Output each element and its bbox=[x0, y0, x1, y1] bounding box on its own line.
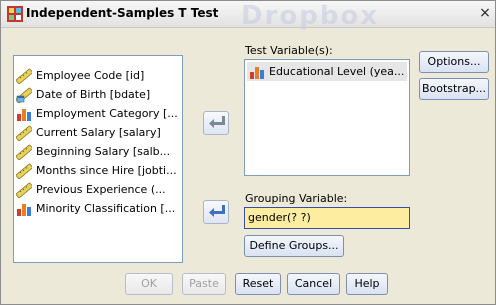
scale-ruler-icon bbox=[15, 125, 33, 141]
variable-list-item[interactable]: Previous Experience (... bbox=[14, 180, 182, 199]
arrow-right-icon bbox=[209, 205, 225, 217]
test-variables-list[interactable]: Educational Level (yea... bbox=[244, 59, 410, 176]
variable-label: Previous Experience (... bbox=[36, 183, 166, 196]
date-ruler-icon bbox=[15, 87, 33, 103]
scale-ruler-icon bbox=[15, 163, 33, 179]
bootstrap-button[interactable]: Bootstrap... bbox=[419, 78, 489, 100]
nominal-bars-icon bbox=[16, 201, 32, 217]
variable-label: Date of Birth [bdate] bbox=[36, 88, 151, 101]
t-test-dialog: Independent-Samples T Test Dropbox × Emp… bbox=[0, 0, 496, 305]
close-button[interactable]: × bbox=[477, 5, 493, 21]
watermark-text: Dropbox bbox=[241, 1, 380, 31]
variable-label: Current Salary [salary] bbox=[36, 126, 161, 139]
variable-label: Minority Classification [... bbox=[36, 202, 176, 215]
variable-list-item[interactable]: Employment Category [... bbox=[14, 104, 182, 123]
scale-ruler-icon bbox=[15, 68, 33, 84]
variable-list-item[interactable]: Minority Classification [... bbox=[14, 199, 182, 218]
cancel-button[interactable]: Cancel bbox=[287, 273, 340, 295]
variable-list-item[interactable]: Beginning Salary [salb... bbox=[14, 142, 182, 161]
options-button[interactable]: Options... bbox=[419, 51, 489, 73]
grouping-variable-label: Grouping Variable: bbox=[245, 192, 348, 205]
move-to-grouping-button[interactable] bbox=[203, 200, 229, 224]
define-groups-button[interactable]: Define Groups... bbox=[244, 235, 344, 257]
variable-list-item[interactable]: Months since Hire [jobti... bbox=[14, 161, 182, 180]
nominal-bars-icon bbox=[16, 106, 32, 122]
variable-list-item[interactable]: Employee Code [id] bbox=[14, 66, 182, 85]
ok-button[interactable]: OK bbox=[125, 273, 173, 295]
variable-label: Educational Level (yea... bbox=[269, 65, 405, 78]
window-title: Independent-Samples T Test bbox=[26, 6, 219, 20]
spss-dialog-icon bbox=[7, 6, 23, 22]
title-bar[interactable]: Independent-Samples T Test Dropbox × bbox=[1, 1, 495, 31]
nominal-bars-icon bbox=[249, 64, 265, 80]
arrow-right-icon bbox=[209, 116, 225, 128]
variable-list-item[interactable]: Educational Level (yea... bbox=[247, 62, 407, 81]
grouping-variable-field[interactable]: gender(? ?) bbox=[244, 207, 410, 229]
source-variable-list[interactable]: Employee Code [id] Date of Birth [bdate] E… bbox=[13, 55, 183, 263]
test-variables-label: Test Variable(s): bbox=[245, 44, 333, 57]
variable-list-item[interactable]: Date of Birth [bdate] bbox=[14, 85, 182, 104]
scale-ruler-icon bbox=[15, 144, 33, 160]
help-button[interactable]: Help bbox=[346, 273, 388, 295]
scale-ruler-icon bbox=[15, 182, 33, 198]
paste-button[interactable]: Paste bbox=[182, 273, 226, 295]
variable-list-item[interactable]: Current Salary [salary] bbox=[14, 123, 182, 142]
variable-label: Employment Category [... bbox=[36, 107, 178, 120]
move-to-test-button[interactable] bbox=[203, 111, 229, 135]
variable-label: Employee Code [id] bbox=[36, 69, 145, 82]
variable-label: Beginning Salary [salb... bbox=[36, 145, 171, 158]
reset-button[interactable]: Reset bbox=[235, 273, 281, 295]
variable-label: Months since Hire [jobti... bbox=[36, 164, 177, 177]
